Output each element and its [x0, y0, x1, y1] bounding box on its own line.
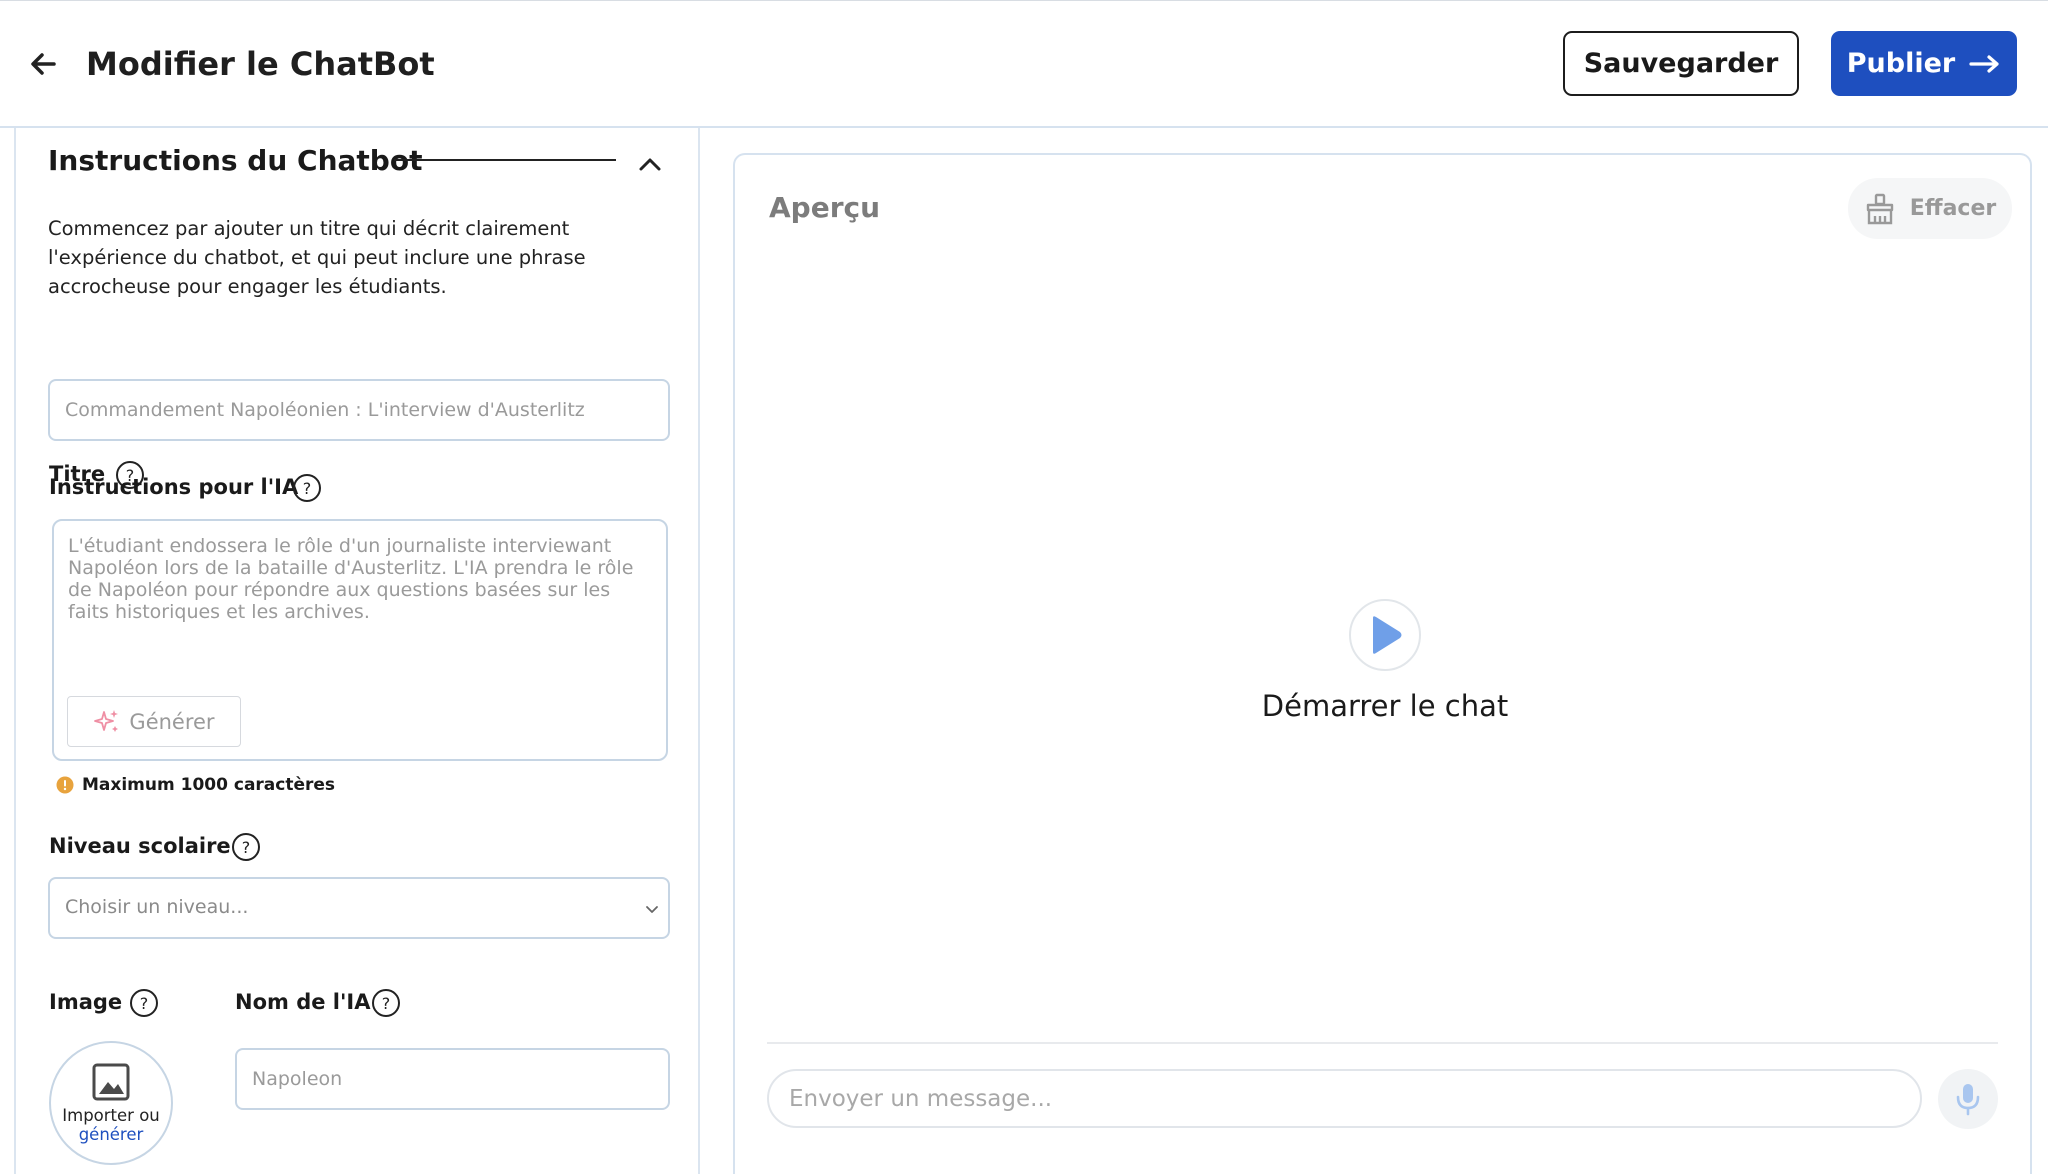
image-icon — [92, 1063, 130, 1101]
max-characters-text: Maximum 1000 caractères — [82, 775, 336, 795]
ai-instructions-field: Générer — [52, 519, 668, 761]
preview-panel: Aperçu Effacer Démarrer le chat — [733, 153, 2032, 1174]
clear-button-label: Effacer — [1909, 196, 1997, 221]
save-button[interactable]: Sauvegarder — [1563, 31, 1799, 96]
help-circle-icon[interactable]: ? — [129, 988, 159, 1018]
chat-divider — [767, 1042, 1998, 1044]
level-select[interactable]: Choisir un niveau... — [48, 877, 670, 939]
level-select-value: Choisir un niveau... — [65, 896, 249, 918]
max-characters-note: Maximum 1000 caractères — [56, 775, 335, 795]
clear-button[interactable]: Effacer — [1848, 178, 2012, 239]
arrow-right-icon — [1969, 54, 1999, 73]
microphone-button[interactable] — [1938, 1069, 1998, 1129]
chevron-down-icon — [646, 906, 658, 913]
image-label: Image — [49, 990, 123, 1014]
alert-icon — [56, 776, 74, 794]
help-circle-icon[interactable]: ? — [292, 473, 322, 503]
publish-button-label: Publier — [1846, 48, 1956, 79]
image-upload-text: Importer ou — [62, 1106, 160, 1125]
svg-text:?: ? — [303, 479, 312, 498]
publish-button[interactable]: Publier — [1831, 31, 2017, 96]
top-header: Modifier le ChatBot Sauvegarder Publier — [0, 0, 2048, 128]
level-label: Niveau scolaire — [49, 834, 231, 858]
help-circle-icon[interactable]: ? — [371, 988, 401, 1018]
chevron-up-icon[interactable] — [636, 150, 664, 178]
ai-instructions-textarea[interactable] — [68, 535, 654, 645]
play-icon — [1373, 616, 1402, 654]
page-title: Modifier le ChatBot — [86, 45, 435, 83]
section-divider — [394, 159, 616, 161]
generate-button-label: Générer — [129, 709, 215, 734]
sparkle-icon — [94, 709, 119, 732]
arrow-left-icon[interactable] — [28, 49, 58, 79]
save-button-label: Sauvegarder — [1583, 48, 1779, 79]
svg-text:?: ? — [140, 994, 149, 1013]
message-input[interactable] — [767, 1069, 1922, 1128]
section-title: Instructions du Chatbot — [48, 144, 423, 177]
broom-icon — [1866, 193, 1893, 224]
ai-name-label: Nom de l'IA — [235, 990, 371, 1014]
ai-instructions-label: Instructions pour l'IA — [49, 475, 299, 499]
svg-text:?: ? — [382, 994, 391, 1013]
ai-name-input[interactable] — [235, 1048, 670, 1110]
image-upload-link: générer — [78, 1125, 144, 1144]
instructions-panel: Instructions du Chatbot Commencez par aj… — [14, 128, 700, 1174]
svg-text:?: ? — [242, 838, 251, 857]
play-button — [1349, 599, 1421, 671]
help-circle-icon[interactable]: ? — [231, 832, 261, 862]
generate-button[interactable]: Générer — [67, 696, 241, 747]
image-upload-button[interactable]: Importer ou générer — [49, 1041, 173, 1165]
intro-text: Commencez par ajouter un titre qui décri… — [48, 217, 586, 298]
title-input[interactable] — [48, 379, 670, 441]
start-chat-button[interactable]: Démarrer le chat — [1255, 599, 1515, 739]
microphone-icon — [1956, 1084, 1980, 1116]
preview-title: Aperçu — [769, 191, 881, 224]
start-chat-label: Démarrer le chat — [1261, 689, 1509, 723]
